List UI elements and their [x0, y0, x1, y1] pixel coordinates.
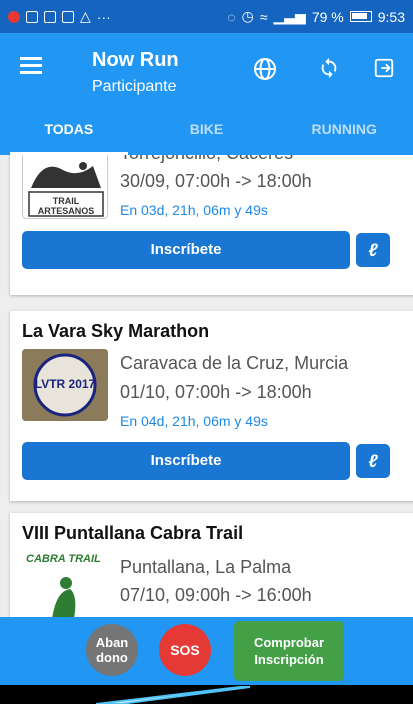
event-location: Torrejoncillo, Cáceres [120, 155, 293, 164]
tab-running[interactable]: RUNNING [275, 103, 413, 155]
abandono-button[interactable]: Aban dono [86, 624, 138, 676]
warning-icon: △ [80, 8, 91, 24]
app-bar: Now Run Participante [0, 33, 413, 103]
status-bar: △ ··· ◌ ◷ ≈ ▁▃▅ 79 % 9:53 [0, 0, 413, 33]
event-date: 01/10, 07:00h -> 18:00h [120, 382, 312, 402]
event-logo: LVTR 2017 [22, 349, 108, 421]
globe-icon[interactable] [252, 57, 278, 83]
callout-pointer [95, 686, 251, 704]
system-icons: ◌ ◷ ≈ ▁▃▅ 79 % 9:53 [227, 8, 405, 25]
battery-icon [349, 11, 372, 22]
sos-button[interactable]: SOS [159, 624, 211, 676]
mail-icon [62, 10, 74, 23]
vibrate-icon: ◌ [227, 8, 236, 25]
alarm-icon: ◷ [241, 8, 254, 24]
logout-icon[interactable] [371, 57, 397, 83]
inscribete-button[interactable]: Inscríbete [22, 231, 350, 269]
signature-icon[interactable]: ℓ [356, 444, 390, 478]
tab-bar: TODAS BIKE RUNNING [0, 103, 413, 155]
logo-text: CABRA TRAIL [26, 553, 101, 565]
event-logo: TRAIL ARTESANOS [22, 155, 108, 219]
sync-icon[interactable] [316, 57, 342, 83]
app-notification-icon [8, 10, 20, 23]
notification-icon [26, 10, 38, 23]
logo-text: LVTR 2017 [34, 377, 96, 391]
wifi-icon: ≈ [259, 8, 268, 25]
logo-text: TRAIL ARTESANOS [37, 196, 95, 216]
signal-icon: ▁▃▅ [273, 8, 306, 24]
event-date: 30/09, 07:00h -> 18:00h [120, 171, 312, 191]
tab-todas[interactable]: TODAS [0, 103, 138, 155]
menu-icon[interactable] [20, 57, 42, 75]
event-card[interactable]: VIII Puntallana Cabra Trail CABRA TRAIL … [10, 513, 413, 617]
tab-bike[interactable]: BIKE [138, 103, 276, 155]
app-title: Now Run [92, 49, 179, 71]
event-date: 07/10, 09:00h -> 16:00h [120, 585, 312, 605]
event-title: VIII Puntallana Cabra Trail [22, 523, 244, 543]
comprobar-inscripcion-button[interactable]: Comprobar Inscripción [234, 621, 344, 681]
event-location: Puntallana, La Palma [120, 557, 292, 577]
event-list[interactable]: TRAIL ARTESANOS Torrejoncillo, Cáceres 3… [0, 155, 413, 617]
inscribete-button[interactable]: Inscríbete [22, 442, 350, 480]
event-location: Caravaca de la Cruz, Murcia [120, 353, 349, 373]
more-icon: ··· [96, 8, 111, 25]
event-countdown: En 03d, 21h, 06m y 49s [120, 202, 268, 218]
bottom-action-bar: Aban dono SOS Comprobar Inscripción [0, 617, 413, 685]
event-logo: CABRA TRAIL [22, 549, 108, 617]
clock: 9:53 [377, 8, 405, 25]
event-title: La Vara Sky Marathon [22, 321, 210, 341]
battery-percent: 79 % [311, 8, 344, 25]
signature-icon[interactable]: ℓ [356, 233, 390, 267]
event-card[interactable]: TRAIL ARTESANOS Torrejoncillo, Cáceres 3… [10, 155, 413, 295]
notification-icons: △ ··· [8, 8, 111, 25]
event-countdown: En 04d, 21h, 06m y 49s [120, 413, 268, 429]
event-card[interactable]: La Vara Sky Marathon LVTR 2017 Caravaca … [10, 311, 413, 501]
image-icon [44, 10, 56, 23]
app-subtitle: Participante [92, 78, 177, 95]
